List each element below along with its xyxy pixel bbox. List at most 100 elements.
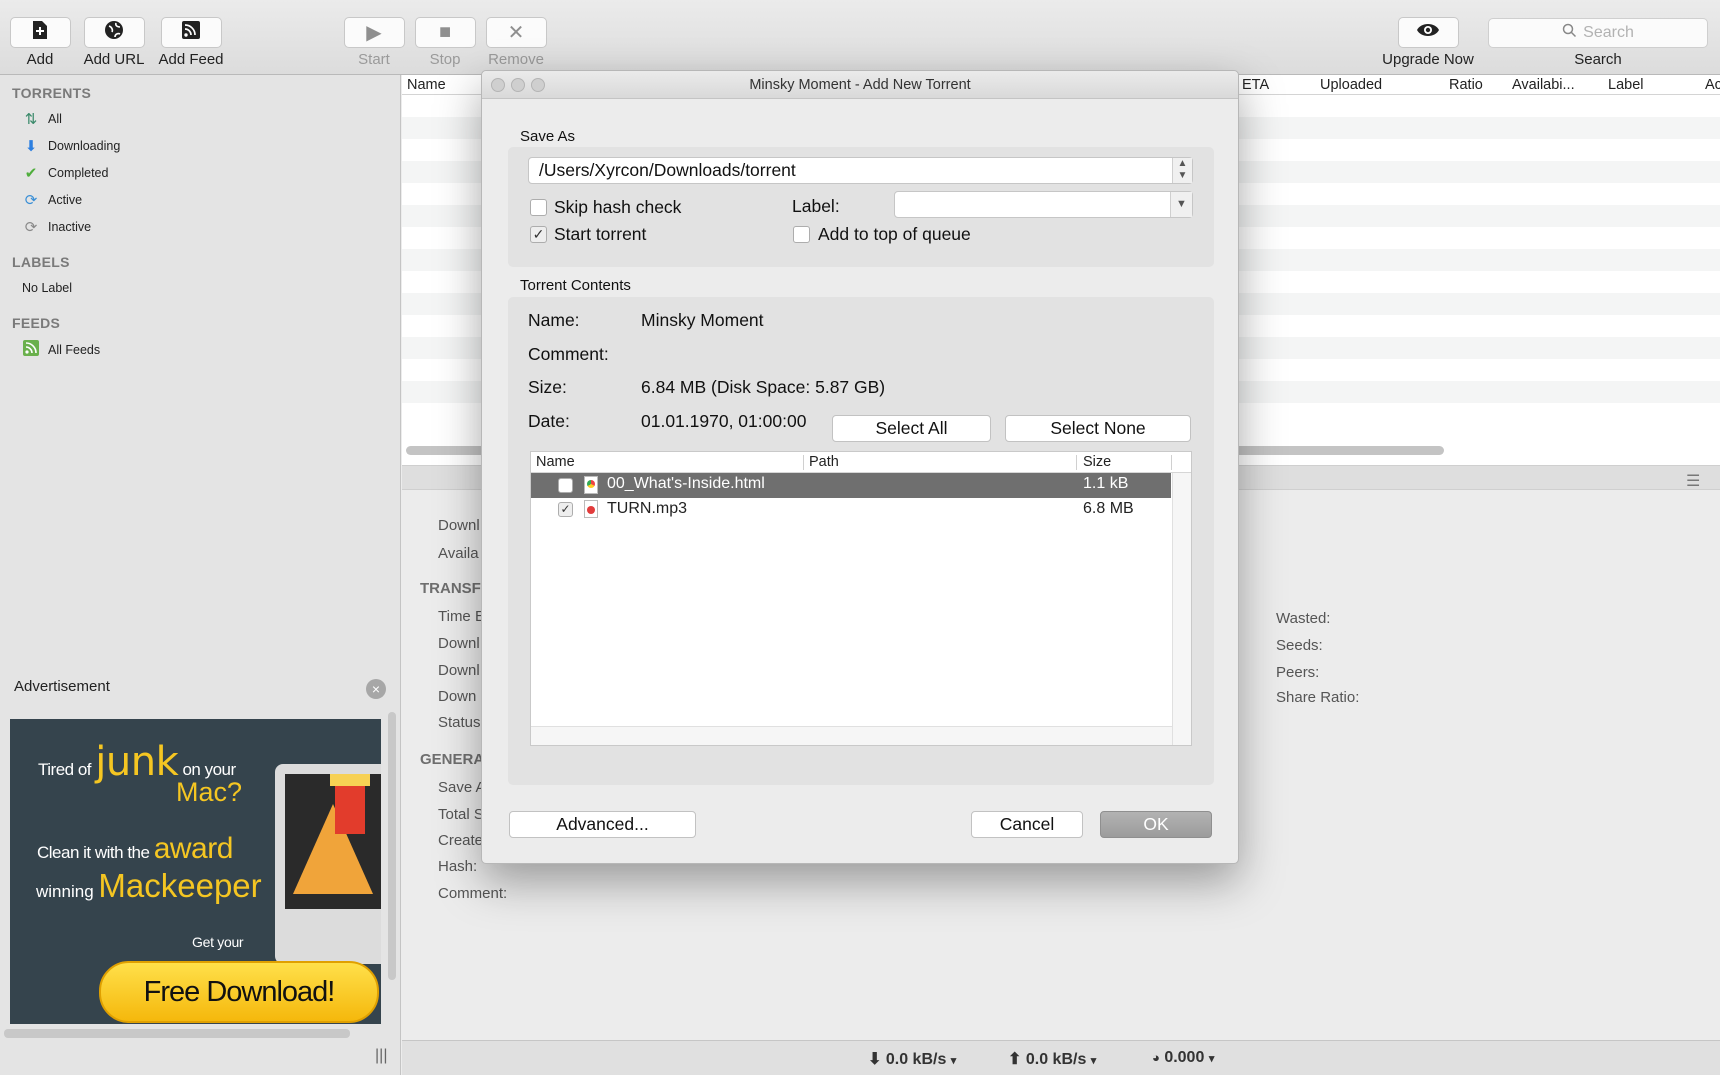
sidebar-item-all-feeds[interactable]: All Feeds bbox=[22, 339, 100, 361]
detail-label: Save A bbox=[438, 779, 486, 796]
download-arrow-icon: ⬇ bbox=[24, 138, 38, 155]
detail-label: Down bbox=[438, 688, 477, 705]
ad-vertical-scrollbar[interactable] bbox=[388, 712, 396, 980]
upgrade-now-button[interactable]: Upgrade Now bbox=[1382, 17, 1474, 68]
column-divider bbox=[1171, 455, 1172, 470]
start-torrent-checkbox[interactable]: ✓ bbox=[530, 226, 547, 243]
add-feed-button[interactable]: Add Feed bbox=[155, 17, 227, 68]
select-none-button[interactable]: Select None bbox=[1005, 415, 1191, 442]
column-label[interactable]: Label bbox=[1608, 75, 1643, 95]
column-ratio[interactable]: Ratio bbox=[1449, 75, 1483, 95]
file-checkbox[interactable] bbox=[558, 478, 573, 493]
start-button[interactable]: ▶ Start bbox=[338, 17, 410, 68]
ad-monitor-illustration bbox=[275, 764, 381, 964]
stop-icon: ■ bbox=[438, 21, 452, 43]
detail-label: Downl bbox=[438, 517, 480, 534]
cancel-button[interactable]: Cancel bbox=[971, 811, 1083, 838]
sidebar-item-downloading[interactable]: ⬇ Downloading bbox=[22, 135, 121, 157]
updown-chevron-icon[interactable]: ▲ ▼ bbox=[1172, 158, 1192, 183]
column-actions[interactable]: Ac bbox=[1705, 75, 1720, 95]
ratio-pie-icon: ◕ bbox=[1152, 1050, 1160, 1065]
all-torrents-icon: ⇅ bbox=[24, 111, 38, 128]
skip-hash-label: Skip hash check bbox=[554, 197, 682, 217]
file-row-selected[interactable]: 00_What's-Inside.html 1.1 kB bbox=[531, 473, 1171, 498]
wasted-label: Wasted: bbox=[1276, 610, 1331, 627]
mp3-file-icon bbox=[584, 500, 598, 518]
save-path-combobox[interactable]: /Users/Xyrcon/Downloads/torrent ▲ ▼ bbox=[528, 157, 1193, 184]
skip-hash-checkbox[interactable] bbox=[530, 199, 547, 216]
sidebar-item-no-label[interactable]: No Label bbox=[22, 277, 72, 299]
file-column-name[interactable]: Name bbox=[536, 452, 575, 473]
download-speed[interactable]: ⬇ 0.0 kB/s ▾ bbox=[868, 1049, 956, 1069]
file-row[interactable]: ✓ TURN.mp3 6.8 MB bbox=[531, 498, 1171, 523]
add-torrent-dialog: Minsky Moment - Add New Torrent Save As … bbox=[481, 70, 1239, 864]
feeds-section-header: FEEDS bbox=[12, 315, 61, 331]
labels-section-header: LABELS bbox=[12, 254, 70, 270]
chevron-down-icon: ▾ bbox=[1090, 1055, 1097, 1067]
sidebar-item-active[interactable]: ⟳ Active bbox=[22, 189, 82, 211]
file-column-path[interactable]: Path bbox=[809, 452, 839, 473]
file-checkbox[interactable]: ✓ bbox=[558, 502, 573, 517]
ratio-indicator[interactable]: ◕ 0.000 ▾ bbox=[1152, 1049, 1214, 1067]
column-uploaded[interactable]: Uploaded bbox=[1320, 75, 1382, 95]
search-input[interactable]: Search bbox=[1488, 18, 1708, 48]
column-availability[interactable]: Availabi... bbox=[1512, 75, 1575, 95]
size-value: 6.84 MB (Disk Space: 5.87 GB) bbox=[641, 377, 886, 397]
menu-lines-icon[interactable]: ☰ bbox=[1686, 471, 1700, 491]
checkmark-icon: ✓ bbox=[532, 226, 545, 242]
rss-add-icon bbox=[181, 20, 201, 46]
label-combobox[interactable]: ▼ bbox=[894, 191, 1193, 218]
close-window-button[interactable] bbox=[491, 78, 505, 92]
column-eta[interactable]: ETA bbox=[1242, 75, 1269, 95]
torrents-section-header: TORRENTS bbox=[12, 85, 92, 101]
close-icon: ✕ bbox=[507, 22, 525, 44]
minimize-window-button[interactable] bbox=[511, 78, 525, 92]
sidebar-resize-handle[interactable]: ||| bbox=[375, 1047, 387, 1065]
ok-button[interactable]: OK bbox=[1100, 811, 1212, 838]
file-list-table[interactable]: Name Path Size 00_What's-Inside.html 1.1… bbox=[530, 451, 1192, 746]
stop-button[interactable]: ■ Stop bbox=[409, 17, 481, 68]
dialog-title: Minsky Moment - Add New Torrent bbox=[749, 77, 971, 93]
dialog-titlebar: Minsky Moment - Add New Torrent bbox=[482, 71, 1238, 99]
file-list-horizontal-scrollbar[interactable] bbox=[531, 726, 1172, 745]
select-all-button[interactable]: Select All bbox=[832, 415, 991, 442]
status-bar: ⬇ 0.0 kB/s ▾ ⬆ 0.0 kB/s ▾ ◕ 0.000 ▾ bbox=[402, 1040, 1720, 1075]
close-ad-button[interactable]: × bbox=[366, 679, 386, 699]
advanced-button[interactable]: Advanced... bbox=[509, 811, 696, 838]
chevron-down-icon[interactable]: ▼ bbox=[1170, 192, 1192, 217]
sidebar-item-all[interactable]: ⇅ All bbox=[22, 108, 62, 130]
ad-horizontal-scrollbar[interactable] bbox=[4, 1029, 350, 1038]
column-name[interactable]: Name bbox=[407, 75, 446, 95]
sidebar-item-inactive[interactable]: ⟳ Inactive bbox=[22, 216, 91, 238]
chevron-down-icon: ▾ bbox=[1208, 1053, 1215, 1065]
advertisement-banner[interactable]: Tired of junk on your Mac? Clean it with… bbox=[10, 719, 381, 1024]
detail-label: Comment: bbox=[438, 885, 508, 902]
add-url-button[interactable]: Add URL bbox=[78, 17, 150, 68]
detail-label: Time E bbox=[438, 608, 485, 625]
inactive-refresh-icon: ⟳ bbox=[24, 219, 38, 236]
upload-speed[interactable]: ⬆ 0.0 kB/s ▾ bbox=[1008, 1049, 1096, 1069]
search-label: Search bbox=[1574, 51, 1622, 68]
zoom-window-button[interactable] bbox=[531, 78, 545, 92]
sidebar: TORRENTS ⇅ All ⬇ Downloading ✔ Completed… bbox=[0, 75, 401, 1075]
advertisement-title: Advertisement bbox=[14, 678, 110, 695]
free-download-button[interactable]: Free Download! bbox=[99, 961, 379, 1023]
peers-label: Peers: bbox=[1276, 664, 1320, 681]
file-size: 1.1 kB bbox=[1083, 475, 1129, 492]
search-placeholder: Search bbox=[1583, 24, 1634, 41]
add-to-top-checkbox[interactable] bbox=[793, 226, 810, 243]
detail-label: Availa bbox=[438, 545, 479, 562]
file-list-vertical-scrollbar[interactable] bbox=[1172, 473, 1191, 745]
seeds-label: Seeds: bbox=[1276, 637, 1323, 654]
file-size: 6.8 MB bbox=[1083, 500, 1134, 517]
save-path-value: /Users/Xyrcon/Downloads/torrent bbox=[539, 160, 796, 180]
detail-label: Status bbox=[438, 714, 481, 731]
add-button[interactable]: Add bbox=[4, 17, 76, 68]
file-column-size[interactable]: Size bbox=[1083, 452, 1111, 473]
sidebar-item-completed[interactable]: ✔ Completed bbox=[22, 162, 109, 184]
torrent-contents-label: Torrent Contents bbox=[520, 277, 631, 294]
play-icon: ▶ bbox=[366, 22, 382, 44]
size-key: Size: bbox=[528, 377, 567, 397]
detail-label: Create bbox=[438, 832, 484, 849]
remove-button[interactable]: ✕ Remove bbox=[480, 17, 552, 68]
